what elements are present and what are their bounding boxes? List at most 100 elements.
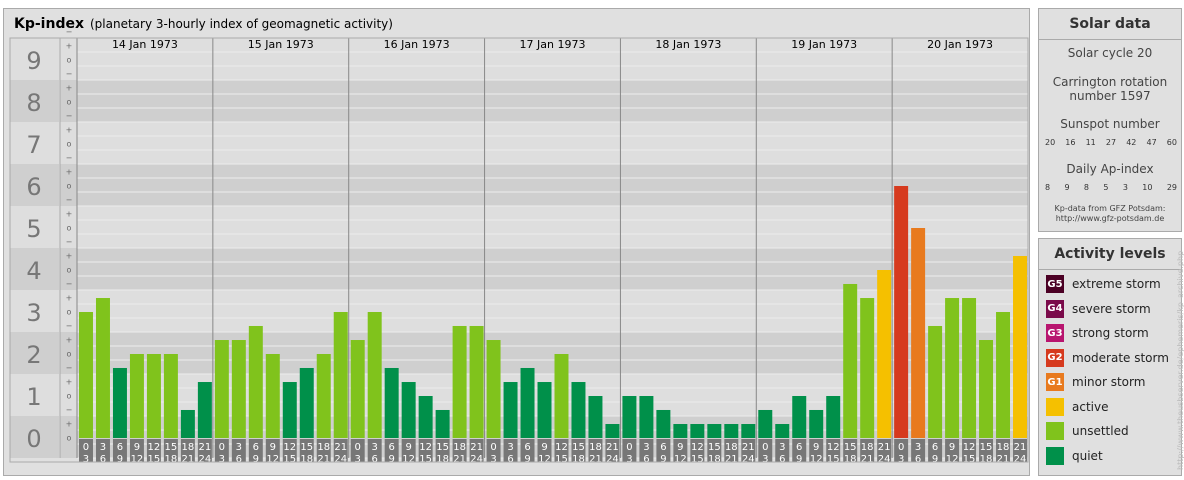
y-minor-tick: o bbox=[67, 140, 72, 149]
interval-start: 15 bbox=[572, 442, 585, 453]
interval-end: 24 bbox=[198, 454, 211, 465]
interval-end: 21 bbox=[317, 454, 330, 465]
y-minor-tick: o bbox=[67, 434, 72, 443]
interval-start: 6 bbox=[117, 442, 123, 453]
interval-start: 12 bbox=[148, 442, 161, 453]
sunspot-value-1: 16 bbox=[1065, 138, 1076, 147]
interval-start: 21 bbox=[878, 442, 891, 453]
kp-bar bbox=[962, 298, 977, 438]
interval-end: 12 bbox=[538, 454, 551, 465]
kp-bar bbox=[248, 325, 263, 438]
interval-end: 6 bbox=[643, 454, 649, 465]
kp-bar bbox=[775, 424, 790, 438]
y-tick-label: 3 bbox=[26, 299, 41, 327]
day-label: 20 Jan 1973 bbox=[927, 38, 993, 51]
interval-end: 18 bbox=[980, 454, 993, 465]
sunspot-value-0: 20 bbox=[1045, 138, 1056, 147]
kp-bar bbox=[605, 424, 620, 438]
interval-end: 6 bbox=[915, 454, 921, 465]
activity-levels-panel: Activity levels G5 extreme storm G4 severe … bbox=[1038, 238, 1182, 476]
ap-value-0: 8 bbox=[1045, 183, 1051, 192]
kp-bar bbox=[333, 312, 348, 438]
kp-bar bbox=[979, 340, 994, 438]
interval-end: 12 bbox=[131, 454, 144, 465]
kp-bar bbox=[928, 325, 943, 438]
ap-values: 8 9 8 5 3 10 29 bbox=[1045, 183, 1177, 192]
interval-start: 18 bbox=[725, 442, 738, 453]
interval-end: 3 bbox=[219, 454, 225, 465]
day-label: 17 Jan 1973 bbox=[520, 38, 586, 51]
day-label: 19 Jan 1973 bbox=[791, 38, 857, 51]
solar-data-panel: Solar data Solar cycle 20 Carrington rot… bbox=[1038, 8, 1182, 232]
interval-end: 24 bbox=[606, 454, 619, 465]
band bbox=[77, 122, 1028, 164]
band bbox=[77, 164, 1028, 206]
kp-bar bbox=[945, 298, 960, 438]
kp-bar bbox=[503, 382, 518, 438]
interval-start: 3 bbox=[236, 442, 242, 453]
interval-start: 21 bbox=[742, 442, 755, 453]
interval-start: 9 bbox=[134, 442, 140, 453]
activity-label: minor storm bbox=[1072, 375, 1146, 389]
activity-label: severe storm bbox=[1072, 301, 1151, 316]
interval-start: 0 bbox=[898, 442, 904, 453]
ap-value-2: 8 bbox=[1083, 183, 1089, 192]
interval-start: 3 bbox=[372, 442, 378, 453]
interval-end: 15 bbox=[691, 454, 704, 465]
activity-label: extreme storm bbox=[1072, 277, 1161, 291]
ap-value-6: 29 bbox=[1166, 183, 1177, 192]
interval-start: 0 bbox=[219, 442, 225, 453]
interval-end: 9 bbox=[117, 454, 123, 465]
interval-end: 6 bbox=[236, 454, 242, 465]
interval-end: 15 bbox=[148, 454, 161, 465]
interval-start: 6 bbox=[253, 442, 259, 453]
activity-label: quiet bbox=[1072, 448, 1103, 463]
kp-bar bbox=[571, 382, 586, 438]
activity-label: unsettled bbox=[1072, 424, 1129, 438]
ap-value-4: 3 bbox=[1122, 183, 1128, 192]
y-minor-tick: + bbox=[66, 336, 73, 345]
interval-start: 21 bbox=[198, 442, 211, 453]
kp-bar bbox=[588, 396, 603, 438]
chart-subtitle: (planetary 3-hourly index of geomagnetic… bbox=[90, 17, 393, 31]
kp-bar bbox=[282, 382, 297, 438]
interval-start: 9 bbox=[270, 442, 276, 453]
interval-end: 21 bbox=[453, 454, 466, 465]
interval-start: 15 bbox=[436, 442, 449, 453]
y-tick-label: 4 bbox=[26, 257, 41, 285]
kp-bar bbox=[214, 340, 229, 438]
interval-end: 9 bbox=[388, 454, 394, 465]
activity-level-severe-storm: G4 severe storm bbox=[1046, 299, 1151, 319]
day-label: 15 Jan 1973 bbox=[248, 38, 314, 51]
kp-bar bbox=[809, 409, 824, 438]
y-minor-tick: o bbox=[67, 392, 72, 401]
sunspot-value-6: 60 bbox=[1166, 138, 1177, 147]
interval-end: 3 bbox=[490, 454, 496, 465]
y-tick-label: 9 bbox=[26, 47, 41, 75]
source-link[interactable]: http://www.gfz-potsdam.de bbox=[1039, 214, 1181, 223]
interval-end: 6 bbox=[779, 454, 785, 465]
y-minor-tick: + bbox=[66, 126, 73, 135]
interval-end: 15 bbox=[963, 454, 976, 465]
y-minor-tick: − bbox=[66, 154, 73, 163]
kp-bar bbox=[316, 354, 331, 438]
interval-end: 24 bbox=[878, 454, 891, 465]
y-tick-label: 7 bbox=[26, 131, 41, 159]
interval-start: 15 bbox=[708, 442, 721, 453]
ap-value-3: 5 bbox=[1103, 183, 1109, 192]
interval-start: 9 bbox=[677, 442, 683, 453]
interval-end: 6 bbox=[100, 454, 106, 465]
interval-start: 15 bbox=[980, 442, 993, 453]
y-minor-tick: − bbox=[66, 280, 73, 289]
day-label: 14 Jan 1973 bbox=[112, 38, 178, 51]
activity-swatch bbox=[1046, 446, 1064, 465]
kp-bar bbox=[911, 228, 926, 438]
y-minor-tick: + bbox=[66, 252, 73, 261]
interval-start: 9 bbox=[949, 442, 955, 453]
y-minor-tick: o bbox=[67, 308, 72, 317]
interval-start: 18 bbox=[182, 442, 195, 453]
kp-bar bbox=[180, 409, 195, 438]
interval-end: 12 bbox=[402, 454, 415, 465]
kp-bar bbox=[231, 340, 246, 438]
watermark-url: http://www.theusbserver.de/ephemeris/kp_… bbox=[1176, 250, 1184, 470]
